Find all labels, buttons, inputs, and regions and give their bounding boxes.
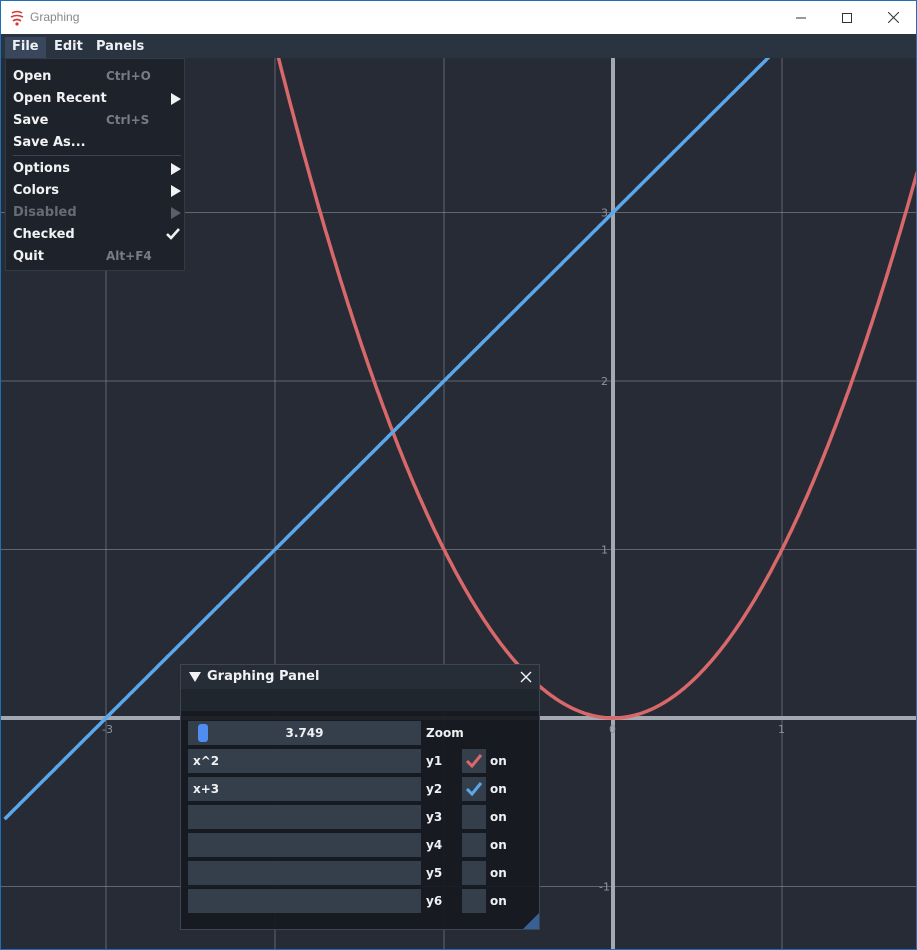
function-input-y2[interactable]: x+3 xyxy=(188,777,421,801)
function-toggle-checkbox-y6[interactable] xyxy=(462,889,486,913)
menu-item-save[interactable]: Save Ctrl+S xyxy=(13,110,181,132)
function-toggle-checkbox-y1[interactable] xyxy=(462,749,486,773)
function-row-y3: y3 on xyxy=(188,805,533,829)
panel-header[interactable]: Graphing Panel xyxy=(181,665,539,689)
menu-item-quit[interactable]: Quit Alt+F4 xyxy=(13,246,181,268)
function-input-y1[interactable]: x^2 xyxy=(188,749,421,773)
function-toggle-label-y4: on xyxy=(490,838,507,852)
function-toggle-checkbox-y2[interactable] xyxy=(462,777,486,801)
maximize-button[interactable] xyxy=(824,1,870,34)
function-row-y2: x+3 y2 on xyxy=(188,777,533,801)
y-tick-label: 2 xyxy=(601,375,608,388)
function-toggle-checkbox-y5[interactable] xyxy=(462,861,486,885)
function-input-y3[interactable] xyxy=(188,805,421,829)
menu-item-checked[interactable]: Checked xyxy=(13,224,181,246)
submenu-arrow-icon xyxy=(171,93,181,105)
function-toggle-label-y6: on xyxy=(490,894,507,908)
zoom-row: 3.749 Zoom xyxy=(188,721,533,745)
function-label-y6: y6 xyxy=(426,894,443,908)
graphing-panel: Graphing Panel 3.749 Zoom x^2 y1 on x+3 y2 on… xyxy=(180,664,540,930)
submenu-arrow-icon xyxy=(171,185,181,197)
function-toggle-checkbox-y3[interactable] xyxy=(462,805,486,829)
y-tick-label: 1 xyxy=(601,544,608,557)
file-menu-dropdown: Open Ctrl+O Open Recent Save Ctrl+S Save… xyxy=(5,58,185,271)
function-toggle-label-y1: on xyxy=(490,754,507,768)
menu-separator xyxy=(13,155,181,156)
function-label-y2: y2 xyxy=(426,782,443,796)
checkmark-icon xyxy=(465,782,483,797)
x-tick-label: 0 xyxy=(609,723,616,736)
menu-bar: File Edit Panels xyxy=(1,34,916,58)
function-input-y5[interactable] xyxy=(188,861,421,885)
function-input-y6[interactable] xyxy=(188,889,421,913)
checkmark-icon xyxy=(166,228,180,240)
function-row-y4: y4 on xyxy=(188,833,533,857)
function-input-y4[interactable] xyxy=(188,833,421,857)
submenu-arrow-icon xyxy=(171,207,181,219)
menu-item-options[interactable]: Options xyxy=(13,158,181,180)
function-label-y4: y4 xyxy=(426,838,443,852)
function-toggle-label-y2: on xyxy=(490,782,507,796)
zoom-label: Zoom xyxy=(426,726,464,740)
function-label-y3: y3 xyxy=(426,810,443,824)
function-label-y1: y1 xyxy=(426,754,443,768)
function-row-y6: y6 on xyxy=(188,889,533,913)
checkmark-icon xyxy=(465,754,483,769)
function-row-y1: x^2 y1 on xyxy=(188,749,533,773)
panel-close-icon[interactable] xyxy=(518,669,534,685)
menu-file[interactable]: File xyxy=(5,37,46,58)
maximize-icon xyxy=(842,12,852,23)
app-window: Graphing File Edit Panels -3 0 1 3 2 1 -1 Open… xyxy=(0,0,917,950)
function-toggle-checkbox-y4[interactable] xyxy=(462,833,486,857)
menu-panels[interactable]: Panels xyxy=(89,37,151,58)
function-row-y5: y5 on xyxy=(188,861,533,885)
menu-edit[interactable]: Edit xyxy=(47,37,90,58)
minimize-button[interactable] xyxy=(778,1,824,34)
close-icon xyxy=(887,12,899,23)
submenu-arrow-icon xyxy=(171,163,181,175)
zoom-slider[interactable]: 3.749 xyxy=(188,721,421,745)
function-label-y5: y5 xyxy=(426,866,443,880)
title-bar[interactable]: Graphing xyxy=(1,1,916,34)
function-toggle-label-y3: on xyxy=(490,810,507,824)
window-title: Graphing xyxy=(30,10,80,24)
panel-title: Graphing Panel xyxy=(207,669,320,684)
collapse-arrow-icon[interactable] xyxy=(189,672,201,682)
menu-item-open[interactable]: Open Ctrl+O xyxy=(13,66,181,88)
x-tick-label: 1 xyxy=(778,723,785,736)
y-tick-label: -1 xyxy=(599,881,610,894)
menu-item-save-as[interactable]: Save As... xyxy=(13,132,181,154)
menu-item-colors[interactable]: Colors xyxy=(13,180,181,202)
zoom-value: 3.749 xyxy=(285,726,324,740)
function-toggle-label-y5: on xyxy=(490,866,507,880)
x-tick-label: -3 xyxy=(102,723,113,736)
menu-item-disabled: Disabled xyxy=(13,202,181,224)
minimize-icon xyxy=(796,17,806,18)
close-button[interactable] xyxy=(870,1,916,34)
panel-menu-strip xyxy=(181,689,539,711)
app-icon xyxy=(10,10,24,26)
menu-item-open-recent[interactable]: Open Recent xyxy=(13,88,181,110)
panel-resize-grip[interactable] xyxy=(523,913,539,929)
